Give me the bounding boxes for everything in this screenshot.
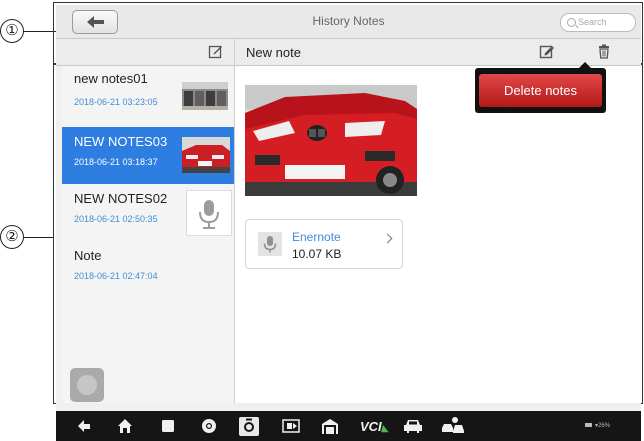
camera-icon[interactable] bbox=[239, 411, 259, 441]
vci-label: VCI bbox=[360, 419, 382, 434]
recent-apps-icon[interactable] bbox=[160, 411, 176, 441]
note-item-title: NEW NOTES02 bbox=[74, 191, 168, 206]
attachment-item[interactable]: Enernote 10.07 KB bbox=[245, 219, 403, 269]
search-input[interactable]: Search bbox=[560, 13, 636, 32]
vci-icon[interactable]: VCI◣ bbox=[360, 419, 389, 434]
status-indicators: ▾26% bbox=[585, 422, 610, 429]
note-item-title: NEW NOTES03 bbox=[74, 134, 168, 149]
attachment-size: 10.07 KB bbox=[292, 247, 342, 261]
callout-2-line bbox=[24, 237, 54, 238]
note-list-item[interactable]: Note 2018-06-21 02:47:04 bbox=[62, 242, 234, 292]
chrome-icon[interactable] bbox=[200, 411, 218, 441]
note-list-item[interactable]: NEW NOTES02 2018-06-21 02:50:35 bbox=[62, 184, 234, 242]
red-bmw-car-photo[interactable] bbox=[245, 85, 417, 196]
note-title: New note bbox=[246, 45, 301, 60]
battery-percent: 26% bbox=[598, 423, 611, 429]
delete-notes-button[interactable]: Delete notes bbox=[479, 74, 602, 107]
callout-1: ① bbox=[0, 19, 24, 43]
callout-1-line bbox=[24, 31, 56, 32]
system-navbar: VCI◣ ▾26% bbox=[56, 411, 641, 441]
home-icon[interactable] bbox=[116, 411, 134, 441]
search-icon bbox=[567, 18, 576, 27]
note-content-pane: Enernote 10.07 KB bbox=[235, 66, 641, 403]
top-bar: History Notes Search bbox=[56, 5, 641, 39]
note-list-item-selected[interactable]: NEW NOTES03 2018-06-21 03:18:37 bbox=[62, 127, 234, 184]
note-item-date: 2018-06-21 02:50:35 bbox=[74, 214, 158, 224]
screen-capture-icon[interactable] bbox=[282, 411, 300, 441]
callout-2: ② bbox=[0, 225, 24, 249]
note-item-title: new notes01 bbox=[74, 71, 148, 86]
notes-list: new notes01 2018-06-21 03:23:05 NEW NOTE… bbox=[62, 66, 234, 403]
trash-icon[interactable] bbox=[598, 44, 610, 59]
battery-icon bbox=[585, 423, 592, 427]
garage-icon[interactable] bbox=[321, 411, 339, 441]
note-item-title: Note bbox=[74, 248, 102, 263]
mic-icon bbox=[258, 232, 282, 256]
new-note-icon[interactable] bbox=[208, 44, 223, 59]
toolbar: New note bbox=[56, 39, 641, 66]
note-item-date: 2018-06-21 02:47:04 bbox=[74, 271, 158, 281]
red-car-photo-thumbnail bbox=[182, 137, 230, 173]
audio-thumbnail bbox=[186, 190, 232, 236]
search-placeholder: Search bbox=[578, 17, 607, 27]
back-icon[interactable] bbox=[76, 411, 92, 441]
vehicle-tools-icon[interactable] bbox=[441, 411, 465, 441]
garage-photo-thumbnail bbox=[182, 82, 228, 110]
attachment-name: Enernote bbox=[292, 230, 341, 244]
car-icon[interactable] bbox=[403, 411, 423, 441]
delete-popup: Delete notes bbox=[475, 62, 606, 113]
note-item-date: 2018-06-21 03:23:05 bbox=[74, 97, 158, 107]
floating-action-button[interactable] bbox=[70, 368, 104, 402]
tablet-screen: History Notes Search New note new notes0… bbox=[56, 5, 641, 441]
app-title: History Notes bbox=[312, 14, 385, 28]
mic-icon bbox=[199, 200, 219, 229]
chevron-right-icon bbox=[382, 233, 393, 244]
edit-icon[interactable] bbox=[539, 44, 555, 59]
note-item-date: 2018-06-21 03:18:37 bbox=[74, 157, 158, 167]
note-list-item[interactable]: new notes01 2018-06-21 03:23:05 bbox=[62, 66, 234, 119]
